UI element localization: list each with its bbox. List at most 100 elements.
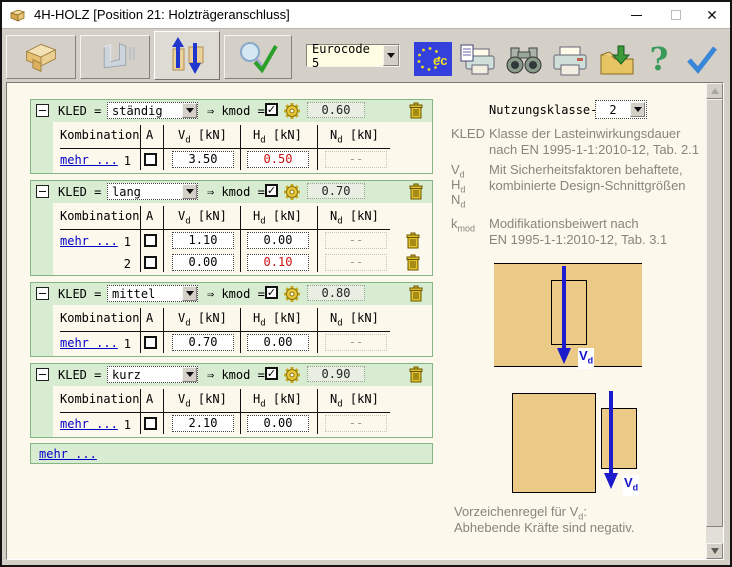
chevron-down-icon[interactable] [182, 286, 197, 301]
row-trash-icon[interactable] [405, 232, 421, 250]
help-button[interactable]: ? [646, 39, 672, 79]
arrow-up-icon [711, 88, 719, 94]
kled-dropdown-value: lang [108, 185, 182, 199]
table-row: mehr ... 1 0.70 0.00 -- [53, 333, 432, 355]
loads-tool-button[interactable] [154, 31, 220, 80]
a-checkbox[interactable] [144, 256, 157, 269]
col-nd: Nd [kN] [330, 209, 379, 226]
load-arrows-icon [165, 36, 209, 76]
gear-icon[interactable] [283, 102, 301, 120]
chevron-down-icon[interactable] [182, 103, 197, 118]
save-button[interactable] [598, 43, 636, 77]
close-button[interactable]: ✕ [694, 2, 730, 28]
nd-field: -- [325, 151, 387, 168]
scroll-down-button[interactable] [706, 543, 723, 559]
minimize-button[interactable] [618, 2, 654, 28]
scrollbar-thumb[interactable] [706, 99, 723, 527]
kmod-checkbox[interactable]: ✓ [265, 184, 278, 197]
chevron-down-icon[interactable] [630, 102, 645, 117]
trash-icon[interactable] [408, 285, 424, 303]
kmod-value-field: 0.60 [307, 102, 365, 118]
chevron-down-icon[interactable] [182, 367, 197, 382]
kled-dropdown[interactable]: ständig [107, 102, 198, 119]
def-term-kmod: kmod [451, 216, 475, 234]
hd-field[interactable]: 0.00 [247, 232, 309, 249]
a-checkbox[interactable] [144, 417, 157, 430]
kmod-checkbox[interactable]: ✓ [265, 103, 278, 116]
vd-arrow-icon [603, 391, 619, 491]
gear-icon[interactable] [283, 285, 301, 303]
a-checkbox[interactable] [144, 336, 157, 349]
def-text: nach EN 1995-1-1:2010-12, Tab. 2.1 [489, 142, 699, 157]
vd-field[interactable]: 2.10 [172, 415, 234, 432]
trash-icon[interactable] [408, 183, 424, 201]
more-link[interactable]: mehr ... [39, 447, 97, 461]
kmod-value-field: 0.70 [307, 183, 365, 199]
collapse-button[interactable] [36, 104, 49, 117]
def-term-kled: KLED [451, 126, 485, 141]
kmod-label: ⇒ kmod = [207, 104, 265, 118]
maximize-icon [671, 10, 681, 20]
vd-field[interactable]: 0.00 [172, 254, 234, 271]
steel-connector-icon [93, 39, 137, 75]
check-tool-button[interactable] [224, 35, 292, 79]
collapse-button[interactable] [36, 185, 49, 198]
nutzungsklasse-label: Nutzungsklasse-- [489, 103, 605, 117]
collapse-button[interactable] [36, 287, 49, 300]
kled-dropdown[interactable]: kurz [107, 366, 198, 383]
kled-label: KLED = [58, 287, 101, 301]
kled-dropdown-value: ständig [108, 104, 182, 118]
kmod-label: ⇒ kmod = [207, 287, 265, 301]
maximize-button [658, 2, 694, 28]
hd-field[interactable]: 0.50 [247, 151, 309, 168]
gear-icon[interactable] [283, 183, 301, 201]
vd-field[interactable]: 3.50 [172, 151, 234, 168]
search-button[interactable] [504, 45, 544, 75]
vd-field[interactable]: 0.70 [172, 334, 234, 351]
a-checkbox[interactable] [144, 234, 157, 247]
kled-dropdown[interactable]: mittel [107, 285, 198, 302]
eurocode-info-button[interactable]: ec [414, 42, 452, 76]
kled-section-mittel: KLED = mittel ⇒ kmod = ✓ 0.80 [30, 282, 433, 357]
vd-field[interactable]: 1.10 [172, 232, 234, 249]
col-hd: Hd [kN] [253, 311, 302, 328]
trash-icon[interactable] [408, 102, 424, 120]
row-trash-icon[interactable] [405, 254, 421, 272]
hd-field[interactable]: 0.00 [247, 415, 309, 432]
hd-field[interactable]: 0.10 [247, 254, 309, 271]
gear-icon[interactable] [283, 366, 301, 384]
chevron-down-icon[interactable] [383, 45, 399, 66]
main-panel: KLED = ständig ⇒ kmod = ✓ 0.60 [6, 82, 724, 560]
vertical-scrollbar[interactable] [706, 83, 723, 559]
connector-tool-button[interactable] [80, 35, 150, 79]
row-number: 2 [105, 257, 131, 271]
print-preview-button[interactable] [460, 43, 496, 77]
nd-field: -- [325, 254, 387, 271]
eurocode-select[interactable]: Eurocode 5 [306, 44, 400, 67]
confirm-button[interactable] [684, 43, 720, 75]
print-button[interactable] [552, 45, 588, 77]
trash-icon[interactable] [408, 366, 424, 384]
kled-dropdown[interactable]: lang [107, 183, 198, 200]
kmod-checkbox[interactable]: ✓ [265, 286, 278, 299]
col-a: A [146, 128, 153, 142]
eurocode-select-value: Eurocode 5 [307, 42, 383, 70]
hd-field[interactable]: 0.00 [247, 334, 309, 351]
col-hd: Hd [kN] [253, 392, 302, 409]
geometry-tool-button[interactable] [6, 35, 76, 79]
kmod-checkbox[interactable]: ✓ [265, 367, 278, 380]
chevron-down-icon[interactable] [182, 184, 197, 199]
eurocode-ec-icon: ec [414, 42, 452, 76]
collapse-button[interactable] [36, 368, 49, 381]
a-checkbox[interactable] [144, 153, 157, 166]
kled-label: KLED = [58, 185, 101, 199]
confirm-check-icon [685, 44, 719, 74]
nutzungsklasse-value: 2 [596, 103, 630, 117]
kled-section-staendig: KLED = ständig ⇒ kmod = ✓ 0.60 [30, 99, 433, 174]
title-bar: 4H-HOLZ [Position 21: Holzträgeranschlus… [2, 2, 730, 28]
binoculars-icon [504, 45, 544, 75]
scroll-up-button[interactable] [706, 83, 723, 99]
nutzungsklasse-dropdown[interactable]: 2 [595, 100, 647, 119]
kmod-label: ⇒ kmod = [207, 368, 265, 382]
def-text: Klasse der Lasteinwirkungsdauer [489, 126, 681, 141]
